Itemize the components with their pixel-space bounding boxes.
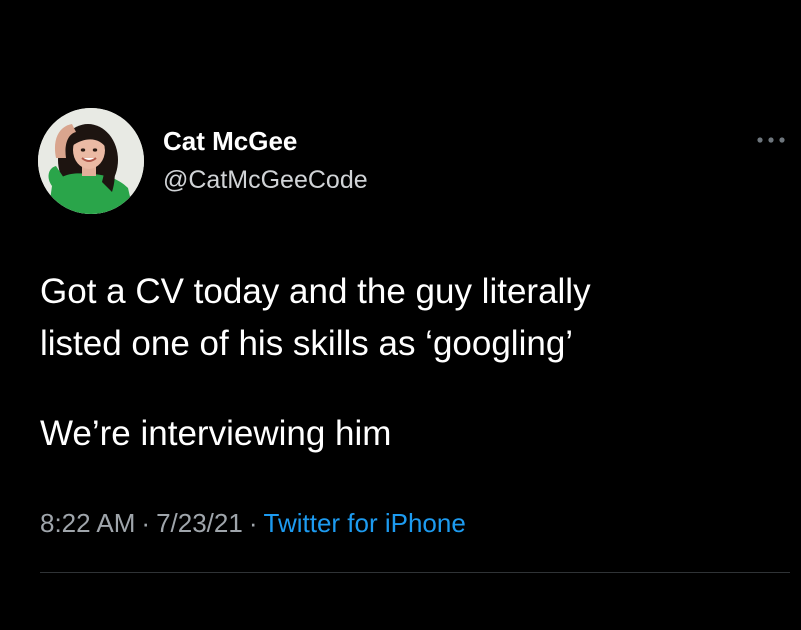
user-handle[interactable]: @CatMcGeeCode	[163, 166, 368, 195]
tweet-text-line: listed one of his skills as ‘googling’	[40, 324, 574, 363]
display-name[interactable]: Cat McGee	[163, 126, 297, 157]
more-horizontal-icon	[757, 137, 785, 143]
tweet-metadata: 8:22 AM · 7/23/21 · Twitter for iPhone	[40, 508, 466, 539]
avatar[interactable]	[38, 108, 144, 214]
avatar-image	[38, 108, 144, 214]
tweet-text-line: We’re interviewing him	[40, 414, 392, 453]
tweet-date[interactable]: 7/23/21	[156, 508, 243, 538]
tweet-text-line: Got a CV today and the guy literally	[40, 272, 591, 311]
meta-separator: ·	[248, 508, 258, 538]
tweet-source-link[interactable]: Twitter for iPhone	[264, 508, 466, 538]
more-options-button[interactable]	[753, 128, 789, 152]
tweet-time[interactable]: 8:22 AM	[40, 508, 135, 538]
meta-separator: ·	[141, 508, 151, 538]
tweet-container: Cat McGee @CatMcGeeCode Got a CV today a…	[0, 0, 801, 630]
divider	[40, 572, 790, 573]
